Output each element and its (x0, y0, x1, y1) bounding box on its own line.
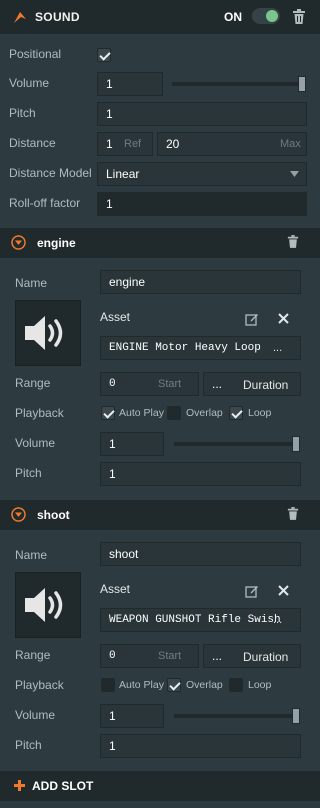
range-duration-hint: Duration (243, 378, 289, 392)
trash-icon[interactable] (287, 507, 299, 520)
asset-browse-button[interactable]: ... (273, 614, 282, 626)
range-start-value: 0 (109, 378, 116, 390)
slot-name-input[interactable]: shoot (100, 542, 301, 566)
loop-label: Loop (248, 679, 272, 691)
asset-label: Asset (100, 310, 131, 324)
positional-label: Positional (9, 47, 62, 61)
range-start-hint: Start (158, 650, 182, 662)
slot-pitch-input[interactable]: 1 (100, 462, 301, 486)
distance-max-value: 20 (166, 137, 180, 151)
slot-volume-label: Volume (15, 708, 56, 722)
loop-checkbox[interactable] (229, 406, 243, 420)
component-title: SOUND (35, 10, 80, 24)
asset-input[interactable]: ENGINE Motor Heavy Loop (100, 336, 301, 360)
autoplay-label: Auto Play (119, 679, 164, 691)
range-start-hint: Start (158, 378, 182, 390)
loop-label: Loop (248, 407, 272, 419)
range-start-input[interactable]: 0 (100, 644, 199, 668)
volume-label: Volume (9, 76, 50, 90)
slot-title: shoot (37, 508, 70, 522)
distance-model-label: Distance Model (9, 166, 92, 180)
autoplay-checkbox[interactable] (101, 406, 115, 420)
autoplay-checkbox[interactable] (101, 678, 115, 692)
volume-input[interactable]: 1 (97, 72, 163, 96)
volume-slider-handle[interactable] (298, 76, 306, 92)
slot-name-label: Name (15, 276, 48, 290)
toggle-knob (266, 10, 278, 22)
dropdown-caret-icon (290, 171, 299, 177)
add-slot-label: ADD SLOT (32, 779, 94, 793)
asset-name: WEAPON GUNSHOT Rifle Swish (109, 614, 281, 626)
asset-browse-button[interactable]: ... (273, 342, 282, 354)
close-icon[interactable] (278, 313, 289, 324)
collapse-arrow-icon[interactable] (11, 235, 26, 250)
range-duration-hint: Duration (243, 650, 289, 664)
range-duration-value: ... (212, 377, 223, 391)
overlap-checkbox[interactable] (167, 406, 181, 420)
pitch-input[interactable]: 1 (97, 102, 307, 126)
autoplay-label: Auto Play (119, 407, 164, 419)
distance-label: Distance (9, 136, 56, 150)
edit-icon[interactable] (245, 312, 259, 326)
rolloff-label: Roll-off factor (9, 196, 81, 210)
range-start-value: 0 (109, 650, 116, 662)
slot-name-label: Name (15, 548, 48, 562)
slot-volume-slider-handle[interactable] (292, 436, 300, 452)
plus-icon (14, 780, 25, 791)
slot-volume-input[interactable]: 1 (100, 704, 164, 728)
distance-model-select[interactable]: Linear (97, 162, 307, 186)
overlap-checkbox[interactable] (167, 678, 181, 692)
speaker-icon (25, 588, 63, 622)
asset-name: ENGINE Motor Heavy Loop (109, 342, 261, 354)
enabled-toggle[interactable] (252, 8, 280, 24)
slot-volume-slider-track[interactable] (174, 714, 300, 718)
pitch-label: Pitch (9, 106, 36, 120)
edit-icon[interactable] (245, 584, 259, 598)
volume-slider-track[interactable] (172, 82, 306, 86)
distance-ref-hint: Ref (124, 138, 142, 150)
enabled-label: ON (224, 10, 242, 24)
range-label: Range (15, 648, 51, 662)
positional-checkbox[interactable] (97, 48, 111, 62)
slot-pitch-input[interactable]: 1 (100, 734, 301, 758)
distance-ref-value: 1 (106, 137, 113, 151)
slot-name-input[interactable]: engine (100, 270, 301, 294)
asset-label: Asset (100, 582, 131, 596)
trash-icon[interactable] (287, 235, 299, 248)
slot-volume-slider-handle[interactable] (292, 708, 300, 724)
speaker-icon (25, 316, 63, 350)
slot-volume-label: Volume (15, 436, 56, 450)
slot-volume-input[interactable]: 1 (100, 432, 164, 456)
loop-checkbox[interactable] (229, 678, 243, 692)
playback-label: Playback (15, 406, 64, 420)
range-duration-value: ... (212, 649, 223, 663)
slot-volume-slider-track[interactable] (174, 442, 300, 446)
trash-icon[interactable] (292, 9, 306, 24)
slot-pitch-label: Pitch (15, 738, 42, 752)
overlap-label: Overlap (186, 679, 223, 691)
rolloff-input[interactable]: 1 (97, 192, 307, 216)
slot-title: engine (37, 236, 76, 250)
collapse-arrow-icon[interactable] (11, 507, 26, 522)
overlap-label: Overlap (186, 407, 223, 419)
range-label: Range (15, 376, 51, 390)
asset-input[interactable]: WEAPON GUNSHOT Rifle Swish (100, 608, 301, 632)
slot-pitch-label: Pitch (15, 466, 42, 480)
range-start-input[interactable]: 0 (100, 372, 199, 396)
distance-max-hint: Max (280, 138, 301, 150)
playback-label: Playback (15, 678, 64, 692)
sound-component-icon (14, 12, 26, 23)
close-icon[interactable] (278, 585, 289, 596)
